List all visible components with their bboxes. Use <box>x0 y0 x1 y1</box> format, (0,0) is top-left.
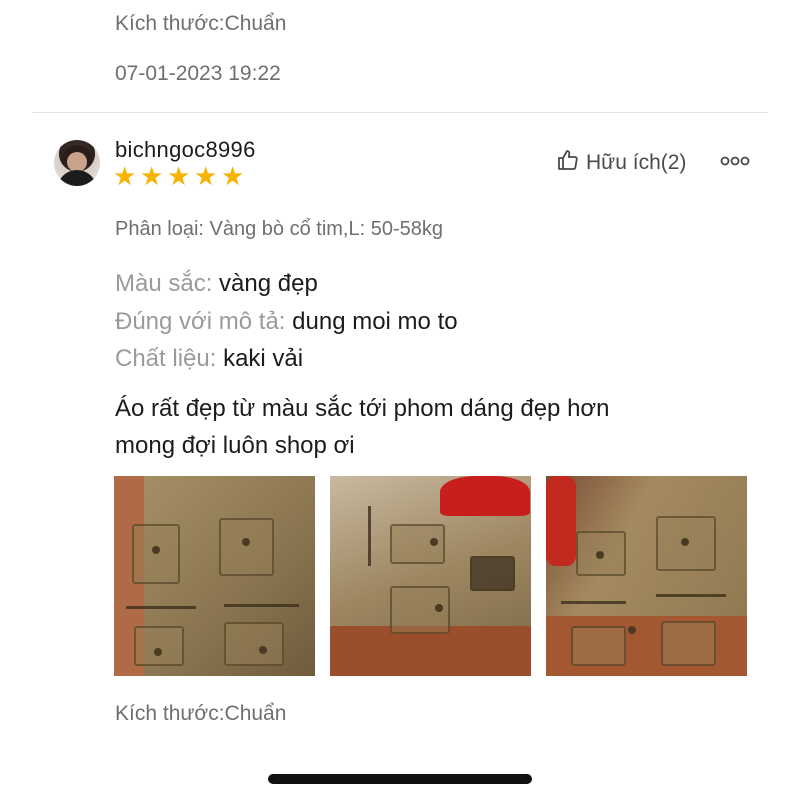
attribute-key: Màu sắc: <box>115 270 213 297</box>
comment-line: Áo rất đẹp từ màu sắc tới phom dáng đẹp … <box>115 395 610 422</box>
star-icon: ★ <box>113 161 137 191</box>
reviewer-username[interactable]: bichngoc8996 <box>115 137 256 163</box>
attribute-color: Màu sắc: vàng đẹp <box>115 270 318 298</box>
attribute-material: Chất liệu: kaki vải <box>115 345 303 373</box>
review-divider <box>32 112 768 113</box>
star-icon: ★ <box>140 161 164 191</box>
helpful-button[interactable]: Hữu ích(2) <box>556 148 686 178</box>
avatar[interactable] <box>54 140 100 186</box>
review-comment: Áo rất đẹp từ màu sắc tới phom dáng đẹp … <box>115 390 715 464</box>
attribute-value: vàng đẹp <box>219 270 318 297</box>
previous-review-timestamp: 07-01-2023 19:22 <box>115 62 281 85</box>
attribute-value: dung moi mo to <box>292 308 458 335</box>
star-icon: ★ <box>167 161 191 191</box>
previous-review-size: Kích thước:Chuẩn <box>115 12 287 35</box>
review-photo-2[interactable] <box>330 476 531 676</box>
helpful-label: Hữu ích(2) <box>586 151 687 174</box>
more-options-icon[interactable] <box>720 150 750 173</box>
attribute-key: Đúng với mô tả: <box>115 308 286 335</box>
star-icon: ★ <box>221 161 245 191</box>
rating-stars: ★ ★ ★ ★ ★ <box>113 161 245 191</box>
attribute-description-match: Đúng với mô tả: dung moi mo to <box>115 308 458 336</box>
attribute-value: kaki vải <box>223 345 304 372</box>
comment-line: mong đợi luôn shop ơi <box>115 432 355 459</box>
thumbs-up-icon <box>556 148 580 178</box>
review-photo-1[interactable] <box>114 476 315 676</box>
product-variant: Phân loại: Vàng bò cổ tim,L: 50-58kg <box>115 218 443 240</box>
star-icon: ★ <box>194 161 218 191</box>
attribute-key: Chất liệu: <box>115 345 217 372</box>
review-photo-3[interactable] <box>546 476 747 676</box>
review-size: Kích thước:Chuẩn <box>115 702 287 725</box>
home-indicator[interactable] <box>268 774 532 784</box>
